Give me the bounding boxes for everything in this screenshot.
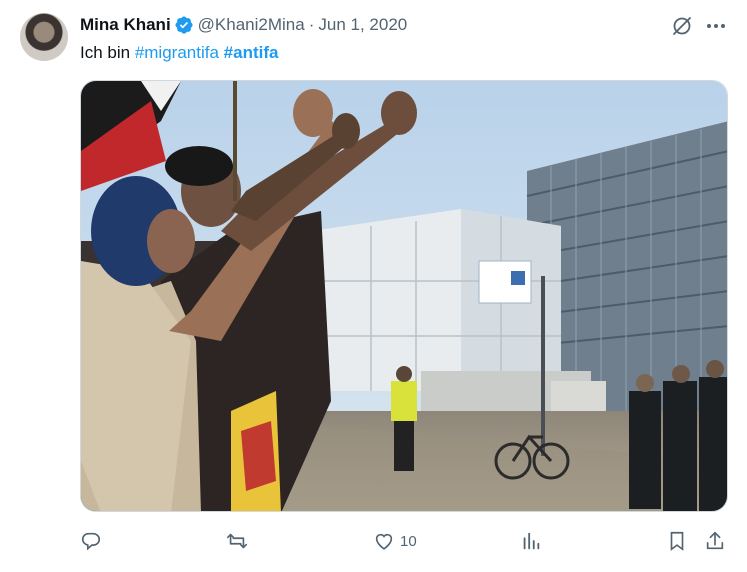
share-button[interactable] [704, 528, 726, 554]
grok-icon[interactable] [670, 14, 694, 38]
author-name[interactable]: Mina Khani [80, 15, 171, 35]
bookmark-button[interactable] [666, 528, 688, 554]
retweet-icon [227, 533, 247, 549]
hashtag-antifa[interactable]: #antifa [224, 43, 279, 62]
more-icon[interactable] [704, 14, 728, 38]
tweet-actions: 10 [80, 528, 730, 554]
hashtag-migrantifa[interactable]: #migrantifa [135, 43, 219, 62]
author-handle[interactable]: @Khani2Mina [198, 15, 305, 35]
like-button[interactable]: 10 [373, 528, 417, 554]
reply-button[interactable] [80, 528, 102, 554]
views-icon [523, 532, 540, 550]
bookmark-icon [670, 531, 684, 551]
verified-badge-icon [175, 16, 193, 34]
reply-icon [81, 532, 101, 551]
retweet-button[interactable] [226, 528, 248, 554]
share-icon [706, 531, 724, 550]
tweet-text-prefix: Ich bin [80, 43, 135, 62]
tweet-text: Ich bin #migrantifa #antifa [80, 42, 278, 64]
tweet-photo[interactable] [80, 80, 728, 512]
tweet: Mina Khani @Khani2Mina · Jun 1, 2020 Ich… [0, 0, 747, 572]
separator-dot: · [308, 15, 315, 34]
views-button[interactable] [520, 528, 542, 554]
protest-photo [81, 81, 727, 511]
like-count: 10 [400, 532, 417, 550]
avatar[interactable] [20, 13, 68, 61]
heart-icon [375, 533, 393, 550]
tweet-date[interactable]: Jun 1, 2020 [318, 15, 407, 35]
tweet-header: Mina Khani @Khani2Mina · Jun 1, 2020 [80, 14, 407, 36]
